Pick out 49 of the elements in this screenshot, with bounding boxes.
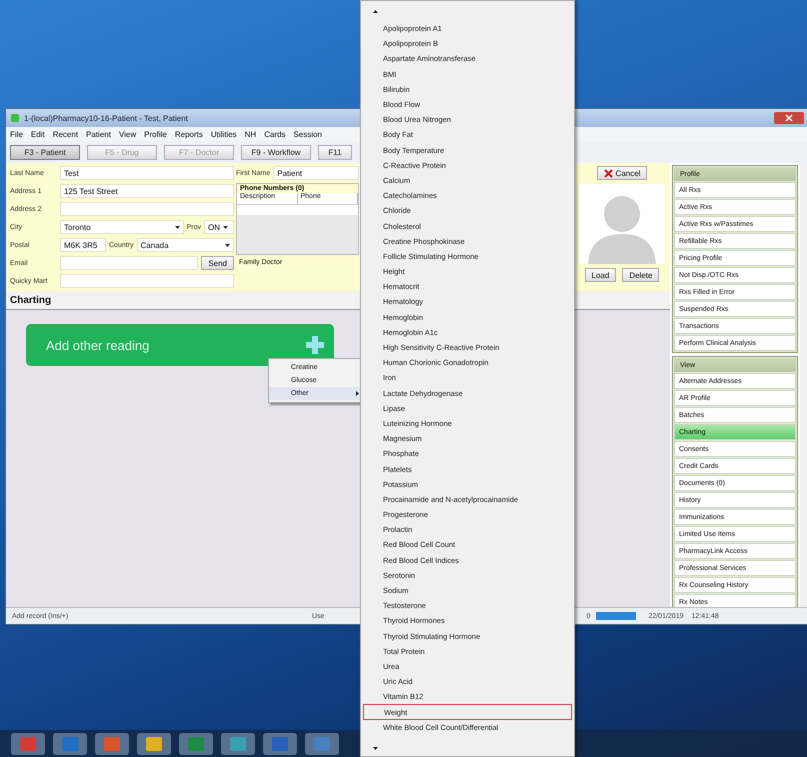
menu-item[interactable]: Session <box>294 130 322 138</box>
text-field[interactable] <box>60 202 234 216</box>
menu-item[interactable]: Profile <box>144 130 167 138</box>
dropdown-value: ON <box>208 222 220 232</box>
text-field[interactable]: M6K 3R5 <box>60 238 106 252</box>
dropdown-arrow-icon <box>174 226 180 228</box>
app-icon[interactable] <box>136 732 172 756</box>
submenu-arrow-icon <box>356 391 359 396</box>
text-field[interactable] <box>60 274 234 288</box>
app-icon[interactable] <box>262 732 298 756</box>
dropdown-arrow-icon <box>225 244 230 246</box>
text-field[interactable]: 125 Test Street <box>60 184 234 198</box>
window-title: 1-(local)Pharmacy10-16-Patient - Test, Patient <box>24 114 188 122</box>
menu-item[interactable]: File <box>10 130 23 138</box>
toolbar-tab[interactable]: F11 <box>318 144 352 160</box>
load-button[interactable]: Load <box>584 268 616 282</box>
app-icon[interactable] <box>220 732 256 756</box>
plus-icon <box>306 336 324 354</box>
menu-item[interactable]: Utilities <box>210 130 237 138</box>
dropdown-arrow-icon <box>223 226 228 228</box>
scroll-down-icon[interactable] <box>373 746 378 750</box>
menu-item[interactable]: Reports <box>174 130 203 138</box>
app-icon <box>10 113 20 123</box>
menu-item[interactable]: Recent <box>52 130 78 138</box>
province-dropdown[interactable]: ON <box>204 220 234 234</box>
scroll-up-icon[interactable] <box>373 10 378 12</box>
dropdown-value: Canada <box>140 240 169 250</box>
menu-item[interactable]: Cards <box>264 130 286 138</box>
app-icon[interactable] <box>94 732 130 756</box>
text-field[interactable]: Test <box>60 166 234 180</box>
toolbar-tab[interactable]: F9 - Workflow <box>241 144 311 160</box>
city-dropdown[interactable]: Toronto <box>60 220 184 234</box>
close-icon[interactable] <box>774 112 804 124</box>
toolbar-tab[interactable]: F3 - Patient <box>10 144 80 160</box>
delete-button[interactable]: Delete <box>622 268 660 282</box>
country-dropdown[interactable]: Canada <box>136 238 234 252</box>
text-field[interactable]: Patient <box>273 166 359 180</box>
dropdown-value: Toronto <box>64 222 91 232</box>
menu-item[interactable]: Patient <box>86 130 111 138</box>
menu-item[interactable]: NH <box>244 130 256 138</box>
app-icon[interactable] <box>178 732 214 756</box>
send-button[interactable]: Send <box>201 256 234 270</box>
app-icon[interactable] <box>10 732 46 756</box>
menu-item[interactable]: Edit <box>30 130 45 138</box>
app-icon[interactable] <box>304 732 340 756</box>
close-icon <box>604 168 613 178</box>
text-field[interactable] <box>60 256 198 270</box>
menu-item[interactable]: View <box>118 130 136 138</box>
cancel-button[interactable]: Cancel <box>596 166 648 180</box>
